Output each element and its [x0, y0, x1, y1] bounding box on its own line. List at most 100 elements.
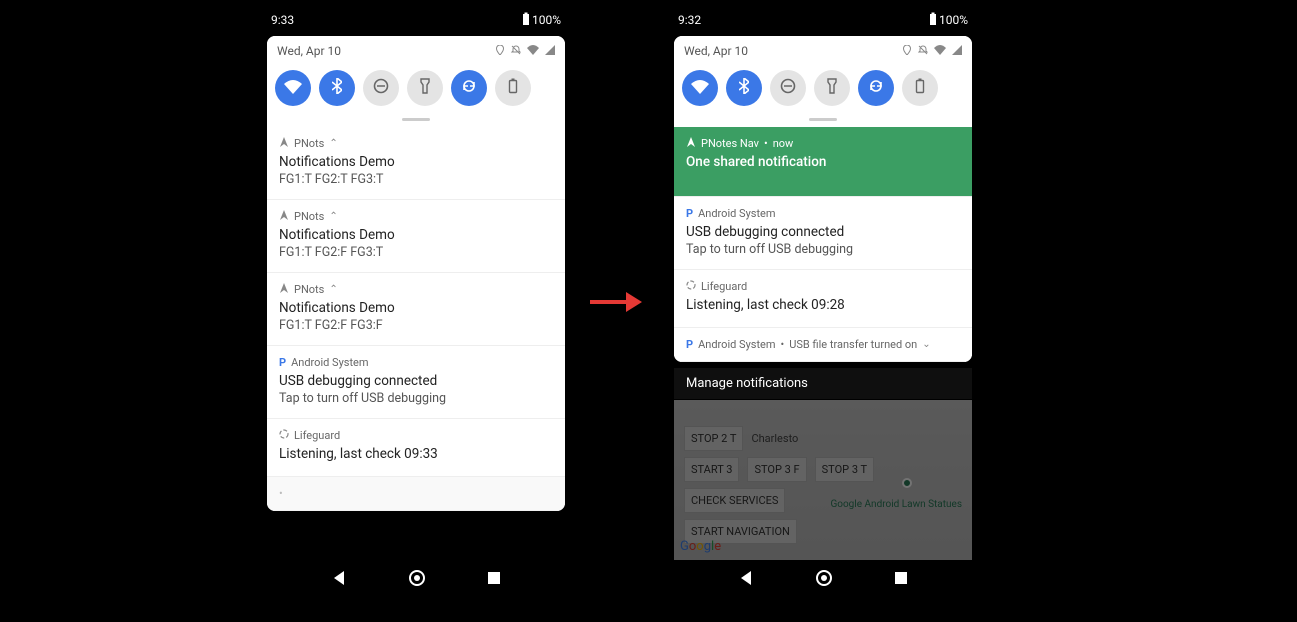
nav-recents[interactable] — [893, 570, 909, 590]
qs-header: Wed, Apr 10 — [674, 36, 972, 62]
toggle-bluetooth[interactable] — [726, 70, 762, 106]
nav-home[interactable] — [408, 569, 426, 591]
notif-title: USB debugging connected — [686, 224, 960, 240]
notif-title: One shared notification — [686, 154, 960, 170]
map-button[interactable]: STOP 3 F — [747, 457, 806, 482]
map-pin — [902, 478, 912, 488]
app-name: Android System — [698, 338, 775, 351]
notif-summary: USB file transfer turned on — [789, 338, 917, 351]
nav-recents[interactable] — [486, 570, 502, 590]
notif-body: FG1:T FG2:F FG3:T — [279, 245, 553, 260]
map-label-charlesto: Charlesto — [751, 432, 798, 445]
toggle-dnd[interactable] — [363, 70, 399, 106]
phone-right: STOP 2 T Charlesto START 3 STOP 3 F STOP… — [668, 0, 978, 600]
google-logo: Google — [680, 539, 721, 554]
app-icon: P — [686, 207, 693, 220]
battery-icon — [929, 12, 937, 29]
app-name: Lifeguard — [701, 280, 747, 293]
status-bar: 9:32 100% — [668, 0, 978, 30]
nav-home[interactable] — [815, 569, 833, 591]
dnd-icon — [780, 78, 796, 98]
notification-android-system[interactable]: PAndroid System USB debugging connected … — [267, 346, 565, 419]
app-icon — [279, 210, 289, 223]
toggle-bluetooth[interactable] — [319, 70, 355, 106]
notification-pnots-3[interactable]: PNots ⌃ Notifications Demo FG1:T FG2:F F… — [267, 273, 565, 346]
toggle-wifi[interactable] — [275, 70, 311, 106]
notif-title: Listening, last check 09:28 — [686, 297, 960, 313]
dnd-off-icon — [511, 44, 521, 58]
shade-handle[interactable] — [402, 118, 430, 121]
app-name: PNots — [294, 283, 324, 296]
qs-toggles — [267, 62, 565, 118]
notification-shade: Wed, Apr 10 PNots ⌃ Notifications Demo F… — [267, 36, 565, 511]
flashlight-icon — [420, 78, 430, 98]
app-icon — [279, 137, 289, 150]
map-button[interactable]: CHECK SERVICES — [684, 488, 785, 513]
flashlight-icon — [827, 78, 837, 98]
toggle-rotate[interactable] — [451, 70, 487, 106]
notif-title: Notifications Demo — [279, 154, 553, 170]
notification-collapsed-system[interactable]: P Android System • USB file transfer tur… — [674, 328, 972, 362]
notif-title: Listening, last check 09:33 — [279, 446, 553, 462]
shade-handle[interactable] — [809, 118, 837, 121]
chevron-up-icon[interactable]: ⌃ — [329, 284, 337, 295]
notif-body: FG1:T FG2:F FG3:F — [279, 318, 553, 333]
battery-icon — [508, 78, 518, 98]
status-time: 9:33 — [271, 13, 294, 27]
toggle-flashlight[interactable] — [814, 70, 850, 106]
notification-lifeguard[interactable]: Lifeguard Listening, last check 09:28 — [674, 270, 972, 328]
notif-title: Notifications Demo — [279, 300, 553, 316]
app-icon: P — [279, 356, 286, 369]
transition-arrow — [590, 290, 645, 314]
wifi-icon — [527, 44, 539, 58]
toggle-wifi[interactable] — [682, 70, 718, 106]
notification-android-system[interactable]: PAndroid System USB debugging connected … — [674, 197, 972, 270]
qs-status-icons — [495, 44, 555, 58]
notification-list: PNotes Nav • now One shared notification… — [674, 127, 972, 362]
location-icon — [495, 44, 505, 58]
notification-collapsed-more[interactable]: • — [267, 477, 565, 511]
notification-pnots-1[interactable]: PNots ⌃ Notifications Demo FG1:T FG2:T F… — [267, 127, 565, 200]
wifi-icon — [691, 79, 709, 98]
chevron-up-icon[interactable]: ⌃ — [329, 211, 337, 222]
toggle-dnd[interactable] — [770, 70, 806, 106]
background-app-map: STOP 2 T Charlesto START 3 STOP 3 F STOP… — [674, 400, 972, 560]
notification-lifeguard[interactable]: Lifeguard Listening, last check 09:33 — [267, 419, 565, 477]
app-icon — [686, 137, 696, 150]
notification-pnots-2[interactable]: PNots ⌃ Notifications Demo FG1:T FG2:F F… — [267, 200, 565, 273]
dnd-icon — [373, 78, 389, 98]
map-button[interactable]: STOP 3 T — [815, 457, 874, 482]
notif-body: Tap to turn off USB debugging — [686, 242, 960, 257]
battery-icon — [915, 78, 925, 98]
chevron-down-icon[interactable]: ⌄ — [922, 339, 930, 350]
rotate-icon — [868, 78, 884, 98]
notif-title: Notifications Demo — [279, 227, 553, 243]
location-icon — [902, 44, 912, 58]
status-battery: 100% — [929, 12, 968, 29]
rotate-icon — [461, 78, 477, 98]
wifi-icon — [934, 44, 946, 58]
nav-back[interactable] — [737, 569, 755, 591]
notif-body: Tap to turn off USB debugging — [279, 391, 553, 406]
bluetooth-icon — [332, 78, 342, 98]
phone-left: 9:33 100% Wed, Apr 10 — [261, 0, 571, 600]
notification-list: PNots ⌃ Notifications Demo FG1:T FG2:T F… — [267, 127, 565, 511]
status-bar: 9:33 100% — [261, 0, 571, 30]
notif-body: FG1:T FG2:T FG3:T — [279, 172, 553, 187]
manage-notifications-link[interactable]: Manage notifications — [674, 368, 972, 399]
toggle-flashlight[interactable] — [407, 70, 443, 106]
map-button[interactable]: START 3 — [684, 457, 739, 482]
app-name: Android System — [698, 207, 775, 220]
wifi-icon — [284, 79, 302, 98]
navigation-bar — [261, 560, 571, 600]
toggle-battery[interactable] — [495, 70, 531, 106]
toggle-battery[interactable] — [902, 70, 938, 106]
notif-title: USB debugging connected — [279, 373, 553, 389]
map-button[interactable]: STOP 2 T — [684, 426, 743, 451]
notification-featured[interactable]: PNotes Nav • now One shared notification — [674, 127, 972, 197]
app-name: Android System — [291, 356, 368, 369]
app-name: Lifeguard — [294, 429, 340, 442]
chevron-up-icon[interactable]: ⌃ — [329, 138, 337, 149]
nav-back[interactable] — [330, 569, 348, 591]
toggle-rotate[interactable] — [858, 70, 894, 106]
